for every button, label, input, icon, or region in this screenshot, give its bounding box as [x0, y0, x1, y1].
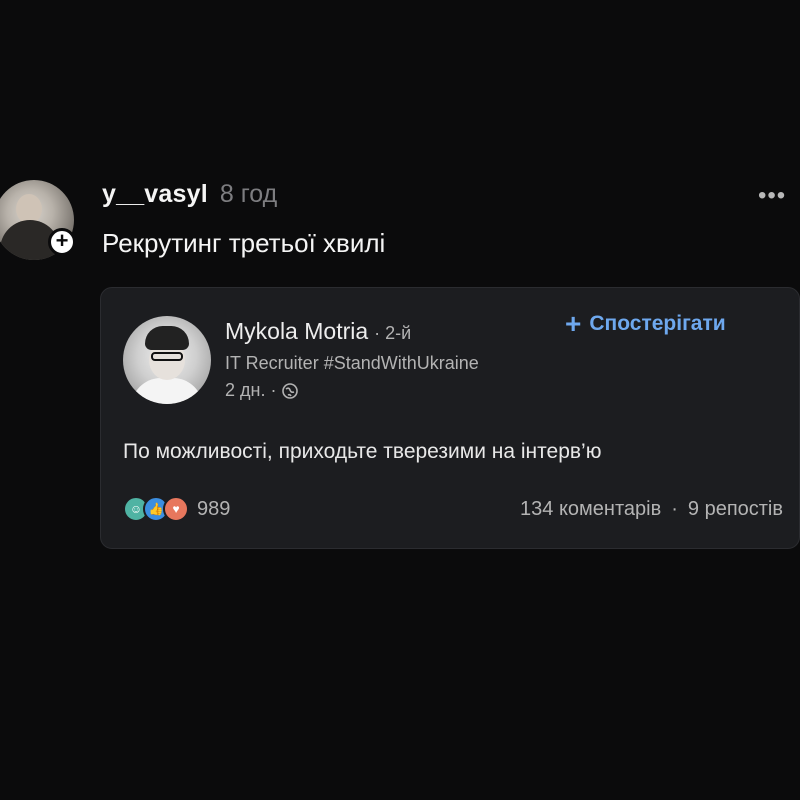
globe-icon: [282, 382, 299, 399]
connection-degree: · 2-й: [374, 323, 412, 343]
avatar-shirt: [131, 378, 203, 404]
embed-author-avatar[interactable]: [123, 316, 211, 404]
plus-icon: +: [565, 308, 582, 339]
reactions-summary[interactable]: ☺ 👍 ♥ 989: [123, 496, 230, 522]
stats-right: 134 коментарів · 9 репостів: [520, 498, 783, 521]
reaction-count: 989: [197, 497, 231, 520]
embed-post-meta: 2 дн. ·: [225, 380, 299, 401]
embedded-linkedin-post[interactable]: Mykola Motria · 2-й IT Recruiter #StandW…: [100, 287, 800, 549]
reposts-count[interactable]: 9 репостів: [688, 498, 783, 521]
follow-button-label: Спостерігати: [589, 312, 726, 335]
social-stats-row: ☺ 👍 ♥ 989 134 коментарів · 9 репостів: [123, 496, 783, 524]
username[interactable]: y__vasyl: [102, 180, 208, 209]
love-icon: ♥: [163, 496, 189, 522]
embed-author-name[interactable]: Mykola Motria: [225, 318, 368, 345]
thread-post: + y__vasyl 8 год ••• Рекрутинг третьої х…: [0, 0, 800, 800]
author-avatar-wrap[interactable]: +: [0, 180, 76, 260]
embed-post-time: 2 дн. ·: [225, 380, 277, 400]
follow-button[interactable]: + Спостерігати: [565, 310, 726, 338]
embed-author-headline: IT Recruiter #StandWithUkraine: [225, 353, 479, 373]
post-text: Рекрутинг третьої хвилі: [102, 228, 386, 258]
timestamp: 8 год: [219, 180, 278, 208]
post-header: y__vasyl 8 год: [102, 180, 277, 209]
avatar-glasses: [151, 352, 183, 361]
avatar-hair: [145, 326, 189, 350]
embed-author-line: Mykola Motria · 2-й: [225, 318, 411, 345]
stats-separator: ·: [671, 498, 678, 520]
more-horizontal-icon[interactable]: •••: [758, 182, 786, 210]
follow-plus-icon[interactable]: +: [48, 228, 76, 256]
comments-count[interactable]: 134 коментарів: [520, 498, 661, 521]
embed-post-text: По можливості, приходьте тверезими на ін…: [123, 440, 602, 463]
